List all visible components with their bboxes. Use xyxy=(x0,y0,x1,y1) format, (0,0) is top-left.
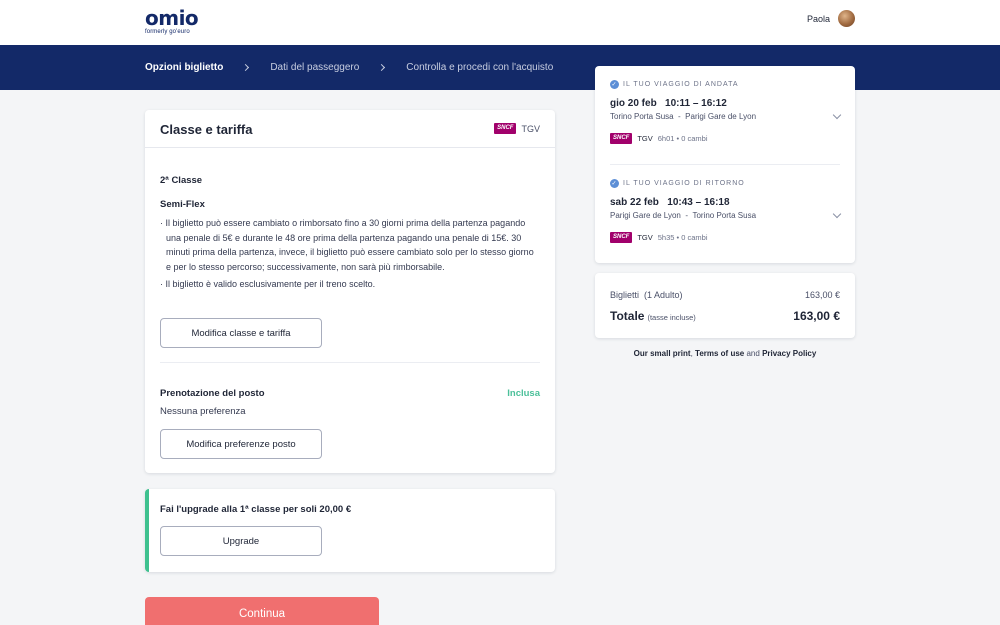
step-ticket-options[interactable]: Opzioni biglietto xyxy=(145,62,223,73)
outbound-train: SNCF TGV 6h01 • 0 cambi xyxy=(610,133,840,144)
fare-rule: · Il biglietto è valido esclusivamente p… xyxy=(160,279,376,290)
return-heading-text: IL TUO VIAGGIO DI RITORNO xyxy=(623,180,745,187)
outbound-route: Torino Porta Susa - Parigi Gare de Lyon xyxy=(610,112,840,121)
train-type: TGV xyxy=(521,123,540,134)
trip-summary-card: ✓ IL TUO VIAGGIO DI ANDATA gio 20 feb 10… xyxy=(595,66,855,263)
outbound-heading-text: IL TUO VIAGGIO DI ANDATA xyxy=(623,81,739,88)
fare-name: Semi-Flex xyxy=(160,199,205,210)
outbound-from: Torino Porta Susa xyxy=(610,112,674,121)
outbound-date: gio 20 feb xyxy=(610,98,657,109)
return-date: sab 22 feb xyxy=(610,197,659,208)
return-datetime: sab 22 feb 10:43 – 16:18 xyxy=(610,197,840,208)
tickets-qty: (1 Adulto) xyxy=(644,290,683,300)
total-label: Totale xyxy=(610,309,645,323)
top-bar: omio formerly go'euro Paola xyxy=(0,0,1000,45)
seat-preference: Nessuna preferenza xyxy=(160,406,246,417)
chevron-right-icon xyxy=(378,63,386,72)
seat-reservation-title: Prenotazione del posto xyxy=(160,388,265,399)
upgrade-text: Fai l'upgrade alla 1ª classe per soli 20… xyxy=(160,504,352,515)
outbound-train-type: TGV xyxy=(637,134,653,143)
breadcrumb: Opzioni biglietto Dati del passeggero Co… xyxy=(145,62,553,73)
sncf-logo-icon: SNCF xyxy=(494,123,517,134)
route-separator: - xyxy=(685,211,688,220)
card-header: Classe e tariffa SNCF TGV xyxy=(145,110,555,148)
comma: , xyxy=(690,349,693,358)
tickets-value: 163,00 € xyxy=(804,290,840,300)
chevron-right-icon xyxy=(242,63,250,72)
outbound-heading: ✓ IL TUO VIAGGIO DI ANDATA xyxy=(610,80,840,89)
card-title: Classe e tariffa xyxy=(160,122,253,137)
return-to: Torino Porta Susa xyxy=(692,211,757,220)
return-heading: ✓ IL TUO VIAGGIO DI RITORNO xyxy=(610,179,840,188)
continue-button[interactable]: Continua xyxy=(145,597,379,625)
omio-logo[interactable]: omio formerly go'euro xyxy=(145,6,199,35)
return-trip[interactable]: ✓ IL TUO VIAGGIO DI RITORNO sab 22 feb 1… xyxy=(610,179,840,243)
divider xyxy=(610,164,840,165)
privacy-link[interactable]: Privacy Policy xyxy=(762,349,816,358)
terms-link[interactable]: Terms of use xyxy=(695,349,744,358)
seat-status-badge: Inclusa xyxy=(507,388,540,399)
tickets-row: Biglietti (1 Adulto) 163,00 € xyxy=(610,290,840,300)
total-row: Totale (tasse incluse) 163,00 € xyxy=(610,307,840,325)
tickets-label: Biglietti (1 Adulto) xyxy=(610,290,683,300)
total-note: (tasse incluse) xyxy=(647,313,696,322)
return-train: SNCF TGV 5h35 • 0 cambi xyxy=(610,232,840,243)
outbound-time: 10:11 – 16:12 xyxy=(665,98,727,109)
route-separator: - xyxy=(678,112,681,121)
modify-seat-button[interactable]: Modifica preferenze posto xyxy=(160,429,322,459)
total-value: 163,00 € xyxy=(793,309,840,323)
logo-wordmark: omio xyxy=(145,6,199,30)
upgrade-card: Fai l'upgrade alla 1ª classe per soli 20… xyxy=(145,489,555,572)
step-review-purchase[interactable]: Controlla e procedi con l'acquisto xyxy=(406,62,553,73)
operator-badge: SNCF TGV xyxy=(494,123,540,134)
and-text: and xyxy=(746,349,760,358)
tickets-label-text: Biglietti xyxy=(610,290,640,300)
sncf-logo-icon: SNCF xyxy=(610,232,633,243)
class-label: 2ª Classe xyxy=(160,175,203,186)
fare-rules: · Il biglietto può essere cambiato o rim… xyxy=(160,216,540,295)
step-passenger-data[interactable]: Dati del passeggero xyxy=(270,62,359,73)
fare-rule: · Il biglietto può essere cambiato o rim… xyxy=(160,218,534,272)
sncf-logo-icon: SNCF xyxy=(610,133,633,144)
avatar[interactable] xyxy=(838,10,855,27)
outbound-datetime: gio 20 feb 10:11 – 16:12 xyxy=(610,98,840,109)
return-from: Parigi Gare de Lyon xyxy=(610,211,681,220)
small-print-link[interactable]: Our small print xyxy=(634,349,691,358)
outbound-to: Parigi Gare de Lyon xyxy=(685,112,757,121)
class-fare-card: Classe e tariffa SNCF TGV 2ª Classe Semi… xyxy=(145,110,555,473)
modify-fare-button[interactable]: Modifica classe e tariffa xyxy=(160,318,322,348)
return-route: Parigi Gare de Lyon - Torino Porta Susa xyxy=(610,211,840,220)
check-icon: ✓ xyxy=(610,179,619,188)
user-menu[interactable]: Paola xyxy=(807,10,855,27)
divider xyxy=(160,362,540,363)
outbound-trip[interactable]: ✓ IL TUO VIAGGIO DI ANDATA gio 20 feb 10… xyxy=(610,80,840,144)
legal-links: Our small print, Terms of use and Privac… xyxy=(595,349,855,358)
return-time: 10:43 – 16:18 xyxy=(667,197,730,208)
price-summary-card: Biglietti (1 Adulto) 163,00 € Totale (tas… xyxy=(595,273,855,338)
upgrade-button[interactable]: Upgrade xyxy=(160,526,322,556)
user-name: Paola xyxy=(806,13,830,24)
outbound-duration: 6h01 • 0 cambi xyxy=(657,134,708,143)
return-duration: 5h35 • 0 cambi xyxy=(657,233,708,242)
return-train-type: TGV xyxy=(637,233,653,242)
check-icon: ✓ xyxy=(610,80,619,89)
